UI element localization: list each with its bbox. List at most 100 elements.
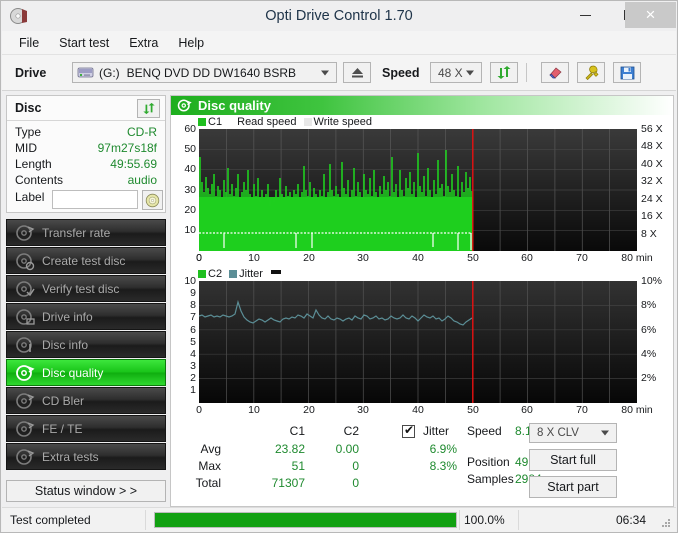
c1-xtick-0: 0 bbox=[196, 252, 202, 264]
c1-ytick-50: 50 bbox=[184, 143, 196, 155]
samples-stat-key: Samples bbox=[467, 472, 514, 486]
jitter-checkbox[interactable] bbox=[402, 423, 415, 438]
write-strategy-value: 8 X CLV bbox=[537, 427, 579, 439]
c2-ytick-4: 4 bbox=[190, 348, 196, 360]
stats-row-avg-key: Avg bbox=[200, 442, 221, 456]
stats-col-c1: C1 bbox=[289, 424, 305, 438]
c1-ytick-30: 30 bbox=[184, 184, 196, 196]
cd-icon bbox=[145, 193, 160, 207]
c2-xtick-70: 70 bbox=[576, 404, 588, 416]
label-disc-button[interactable] bbox=[142, 190, 163, 210]
drive-letter: (G:) bbox=[99, 65, 120, 80]
refresh-button[interactable] bbox=[490, 62, 518, 83]
legend-swatch-jitter bbox=[229, 270, 238, 278]
progress-bar bbox=[154, 512, 457, 528]
disc-extra-icon bbox=[16, 448, 35, 465]
disc-row-mid: MID 97m27s18f bbox=[7, 141, 165, 158]
tools-icon bbox=[585, 65, 598, 80]
menu-item-help[interactable]: Help bbox=[169, 34, 213, 52]
disc-quality-icon bbox=[177, 99, 192, 112]
label-input[interactable] bbox=[52, 190, 138, 209]
write-strategy-select[interactable]: 8 X CLV bbox=[529, 423, 617, 443]
disc-key-label: Label bbox=[15, 190, 45, 204]
menu-item-file[interactable]: File bbox=[10, 34, 48, 52]
legend-label-write-speed: Write speed bbox=[313, 116, 373, 128]
refresh-icon bbox=[142, 102, 155, 115]
disc-quality-panel: Disc quality C1 Read speed Write speed 6… bbox=[170, 95, 674, 507]
sidebar-item-label: Disc quality bbox=[42, 365, 104, 380]
c1-xtick-70: 70 bbox=[576, 252, 588, 264]
start-part-label: Start part bbox=[547, 480, 599, 494]
disc-value-contents: audio bbox=[127, 173, 157, 187]
stats-row-total-c2: 0 bbox=[352, 476, 359, 490]
sidebar-item-transfer-rate[interactable]: Transfer rate bbox=[6, 219, 166, 246]
stats-row-max-jitter: 8.3% bbox=[429, 459, 457, 473]
minimize-button[interactable] bbox=[563, 2, 607, 28]
sidebar-item-drive-info[interactable]: Drive info bbox=[6, 303, 166, 330]
status-window-button[interactable]: Status window > > bbox=[6, 480, 166, 502]
stats-row-total-key: Total bbox=[195, 476, 221, 490]
sidebar-item-fe-te[interactable]: FE / TE bbox=[6, 415, 166, 442]
resize-grip[interactable] bbox=[661, 519, 671, 529]
sidebar-item-cd-bler[interactable]: CD Bler bbox=[6, 387, 166, 414]
sidebar-item-create-test-disc[interactable]: Create test disc bbox=[6, 247, 166, 274]
c1-y2tick-40: 40 X bbox=[641, 158, 663, 170]
disc-key-mid: MID bbox=[15, 141, 37, 155]
c2-xtick-50: 50 bbox=[467, 404, 479, 416]
title-bar: Opti Drive Control 1.70 × bbox=[1, 1, 677, 31]
disc-drive-icon bbox=[16, 308, 35, 325]
disc-refresh-button[interactable] bbox=[137, 99, 160, 118]
sidebar-item-label: Create test disc bbox=[42, 253, 126, 268]
elapsed-time: 06:34 bbox=[615, 513, 646, 527]
menu-item-extra[interactable]: Extra bbox=[120, 34, 167, 52]
start-part-button[interactable]: Start part bbox=[529, 476, 617, 498]
sidebar-item-disc-info[interactable]: Disc info bbox=[6, 331, 166, 358]
eject-button[interactable] bbox=[343, 62, 371, 83]
left-column: Disc Type CD-R MID 97m27s18f Length 49:5… bbox=[6, 95, 166, 507]
disc-quality-icon bbox=[16, 364, 35, 381]
start-full-button[interactable]: Start full bbox=[529, 449, 617, 471]
sidebar-item-label: Transfer rate bbox=[42, 225, 111, 240]
c2-xtick-0: 0 bbox=[196, 404, 202, 416]
tools-button[interactable] bbox=[577, 62, 605, 83]
c2-legend: C2 Jitter bbox=[198, 268, 283, 280]
sidebar-item-verify-test-disc[interactable]: Verify test disc bbox=[6, 275, 166, 302]
drive-select[interactable]: (G:) BENQ DVD DD DW1640 BSRB bbox=[72, 62, 337, 83]
speed-label: Speed bbox=[382, 66, 420, 80]
toolbar-separator bbox=[526, 63, 527, 82]
disc-row-type: Type CD-R bbox=[7, 125, 165, 142]
legend-label-c2: C2 bbox=[208, 268, 223, 280]
close-button[interactable]: × bbox=[625, 2, 676, 28]
sidebar-item-label: Drive info bbox=[42, 309, 93, 324]
drive-icon bbox=[77, 67, 94, 78]
speed-value: 48 X bbox=[438, 66, 463, 80]
position-stat-key: Position bbox=[467, 455, 510, 469]
chevron-down-icon bbox=[321, 70, 329, 75]
c2-xtick-30: 30 bbox=[357, 404, 369, 416]
stats-col-jitter: Jitter bbox=[423, 424, 450, 438]
c1-y2tick-16: 16 X bbox=[641, 210, 663, 222]
disc-row-contents: Contents audio bbox=[7, 173, 165, 190]
c2-ytick-9: 9 bbox=[190, 287, 196, 299]
sidebar-item-disc-quality[interactable]: Disc quality bbox=[6, 359, 166, 386]
menu-item-start-test[interactable]: Start test bbox=[50, 34, 118, 52]
disc-create-icon bbox=[16, 252, 35, 270]
disc-value-mid: 97m27s18f bbox=[97, 141, 157, 155]
c1-xtick-10: 10 bbox=[248, 252, 260, 264]
sidebar-item-extra-tests[interactable]: Extra tests bbox=[6, 443, 166, 470]
speed-stat-key: Speed bbox=[467, 424, 502, 438]
eraser-icon bbox=[548, 67, 562, 79]
speed-select[interactable]: 48 X bbox=[430, 62, 482, 83]
c1-xtick-20: 20 bbox=[303, 252, 315, 264]
save-button[interactable] bbox=[613, 62, 641, 83]
erase-button[interactable] bbox=[541, 62, 569, 83]
sidebar-item-label: Verify test disc bbox=[42, 281, 120, 296]
sidebar-item-label: Disc info bbox=[42, 337, 89, 352]
c2-y2tick-6: 6% bbox=[641, 324, 657, 336]
c1-xtick-30: 30 bbox=[357, 252, 369, 264]
c2-y2tick-10: 10% bbox=[641, 275, 663, 287]
status-window-label: Status window > > bbox=[34, 484, 138, 498]
sidebar-item-label: CD Bler bbox=[42, 393, 85, 408]
disc-bler-icon bbox=[16, 392, 35, 409]
disc-value-type: CD-R bbox=[127, 125, 157, 139]
